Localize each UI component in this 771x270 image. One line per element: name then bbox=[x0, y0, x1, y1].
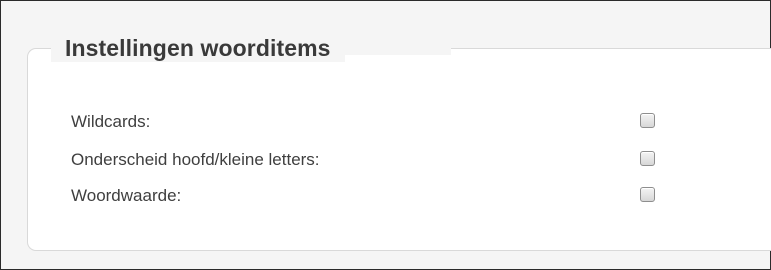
word-value-checkbox[interactable] bbox=[640, 187, 655, 202]
panel-title: Instellingen woorditems bbox=[51, 34, 345, 62]
settings-window: Instellingen woorditems Wildcards: Onder… bbox=[0, 0, 771, 270]
case-sensitive-checkbox[interactable] bbox=[640, 151, 655, 166]
case-sensitive-label: Onderscheid hoofd/kleine letters: bbox=[71, 150, 320, 169]
wildcards-checkbox[interactable] bbox=[640, 113, 655, 128]
setting-row-wildcards: Wildcards: bbox=[71, 111, 691, 133]
wildcards-label: Wildcards: bbox=[71, 112, 151, 131]
setting-row-case-sensitive: Onderscheid hoofd/kleine letters: bbox=[71, 149, 691, 171]
setting-row-word-value: Woordwaarde: bbox=[71, 185, 691, 207]
word-value-label: Woordwaarde: bbox=[71, 186, 182, 205]
